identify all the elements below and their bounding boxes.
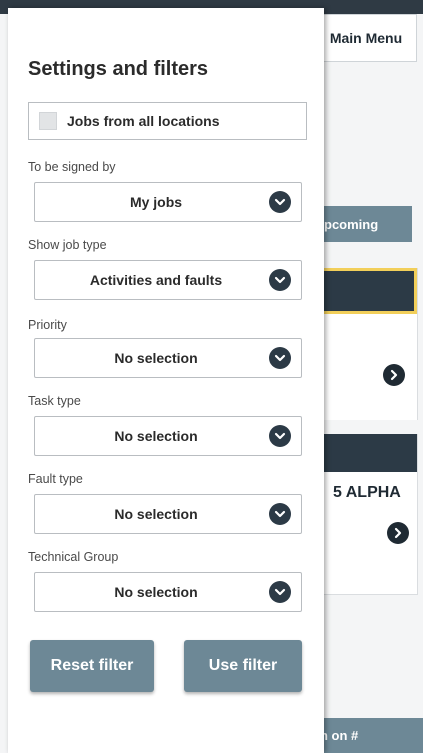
technical-group-select[interactable]: No selection [34, 572, 302, 612]
job-card-header [317, 434, 417, 472]
job-card[interactable]: 5 ALPHA [316, 434, 418, 595]
priority-label: Priority [28, 318, 67, 332]
all-locations-toggle[interactable]: Jobs from all locations [28, 102, 307, 140]
chevron-right-icon[interactable] [383, 364, 405, 386]
chevron-down-icon [269, 425, 291, 447]
signed-by-label: To be signed by [28, 160, 116, 174]
fault-type-select[interactable]: No selection [34, 494, 302, 534]
priority-value: No selection [114, 350, 198, 366]
settings-panel: Settings and filters Jobs from all locat… [8, 8, 324, 753]
upcoming-tab[interactable]: pcoming [316, 206, 412, 242]
job-type-value: Activities and faults [89, 272, 223, 288]
signed-by-value: My jobs [129, 194, 183, 210]
technical-group-value: No selection [114, 584, 198, 600]
footer-bar[interactable]: n on # [316, 718, 423, 753]
reset-filter-button[interactable]: Reset filter [30, 640, 154, 692]
job-card[interactable] [316, 268, 418, 420]
job-type-select[interactable]: Activities and faults [34, 260, 302, 300]
signed-by-select[interactable]: My jobs [34, 182, 302, 222]
fault-type-label: Fault type [28, 472, 83, 486]
all-locations-checkbox[interactable] [39, 112, 57, 130]
panel-title: Settings and filters [28, 58, 209, 80]
task-type-select[interactable]: No selection [34, 416, 302, 456]
job-card-header [317, 268, 417, 314]
chevron-down-icon [269, 347, 291, 369]
chevron-down-icon [269, 581, 291, 603]
all-locations-label: Jobs from all locations [67, 113, 220, 129]
chevron-down-icon [269, 503, 291, 525]
chevron-down-icon [269, 191, 291, 213]
job-type-label: Show job type [28, 238, 107, 252]
technical-group-label: Technical Group [28, 550, 119, 564]
task-type-label: Task type [28, 394, 81, 408]
fault-type-value: No selection [114, 506, 198, 522]
use-filter-button[interactable]: Use filter [184, 640, 302, 692]
chevron-right-icon[interactable] [387, 522, 409, 544]
chevron-down-icon [269, 269, 291, 291]
main-menu-button[interactable]: Main Menu [316, 14, 417, 62]
task-type-value: No selection [114, 428, 198, 444]
priority-select[interactable]: No selection [34, 338, 302, 378]
job-card-title: 5 ALPHA [333, 484, 401, 501]
